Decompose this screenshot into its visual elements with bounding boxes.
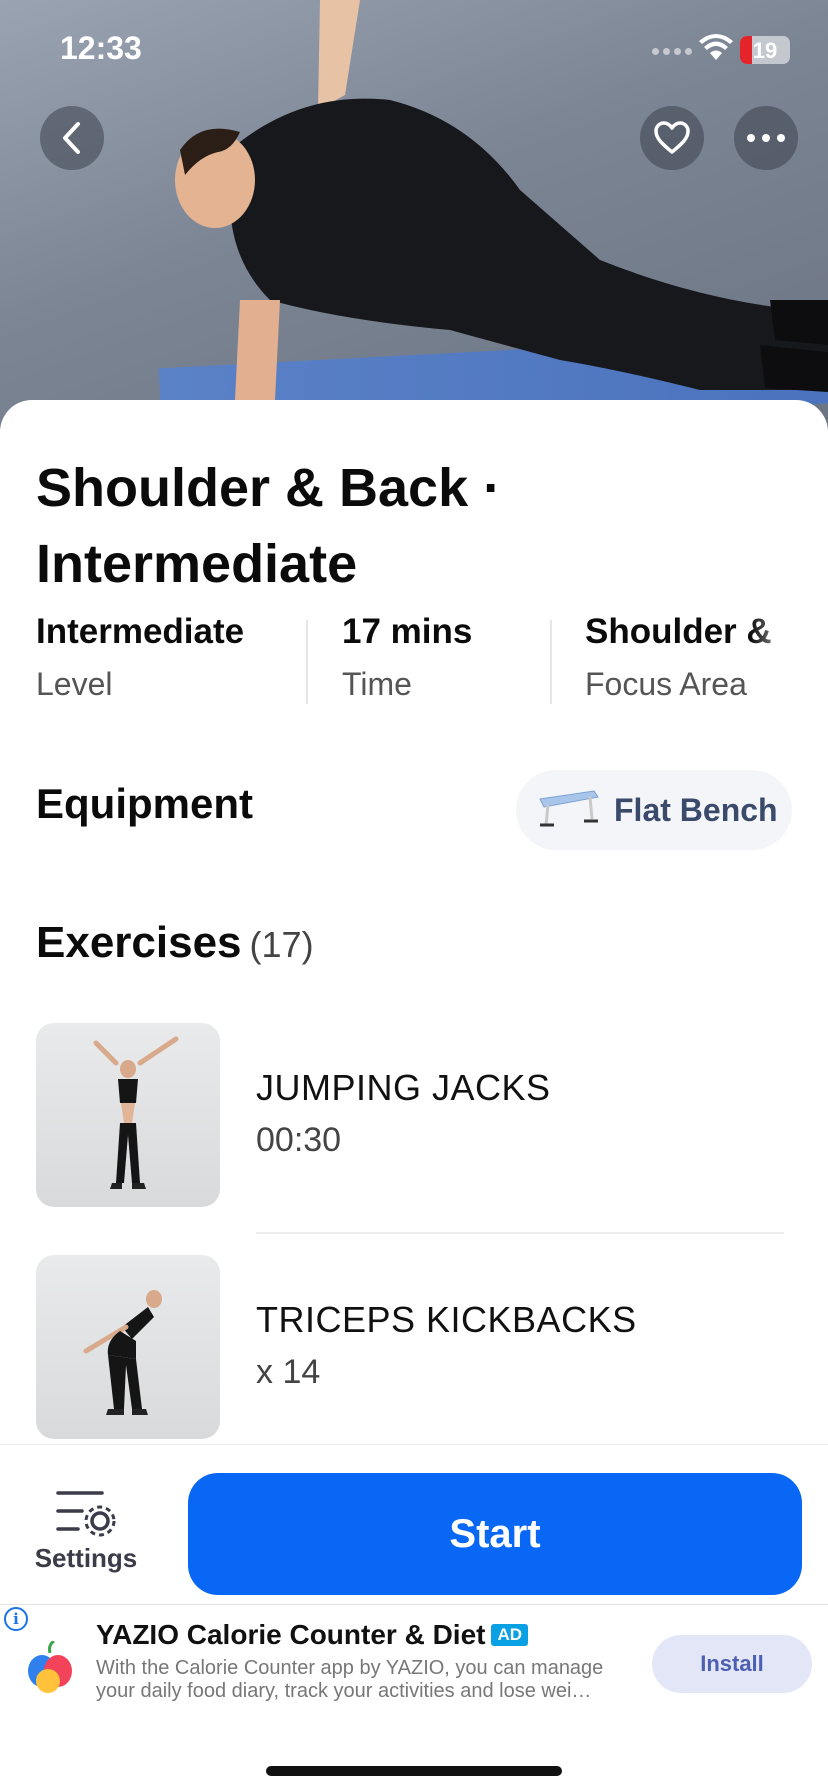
start-button[interactable]: Start	[188, 1473, 802, 1595]
hero-image: 12:33 19	[0, 0, 828, 430]
exercise-reps: x 14	[256, 1353, 321, 1391]
equipment-heading: Equipment	[36, 780, 253, 827]
stat-time-value: 17 mins	[342, 612, 473, 651]
ad-banner[interactable]: i YAZIO Calorie Counter & Diet AD With th…	[0, 1604, 828, 1724]
stat-level-label: Level	[36, 666, 113, 702]
stat-level: Intermediate Level	[36, 612, 244, 703]
status-bar: 12:33 19	[0, 0, 828, 100]
exercise-thumbnail	[36, 1255, 220, 1439]
back-button[interactable]	[40, 106, 104, 170]
battery-icon: 19	[740, 36, 790, 64]
stat-focus-label: Focus Area	[585, 666, 747, 702]
stat-focus-value: Shoulder &	[585, 612, 772, 651]
exercise-name: TRICEPS KICKBACKS	[256, 1299, 637, 1340]
favorite-button[interactable]	[640, 106, 704, 170]
equipment-label: Flat Bench	[614, 791, 778, 828]
ad-description: With the Calorie Counter app by YAZIO, y…	[96, 1657, 604, 1702]
wifi-icon	[699, 34, 733, 60]
exercise-thumbnail	[36, 1023, 220, 1207]
exercises-heading-label: Exercises	[36, 918, 242, 967]
more-button[interactable]	[734, 106, 798, 170]
settings-label: Settings	[34, 1543, 138, 1573]
settings-button[interactable]: Settings	[22, 1485, 150, 1585]
bench-icon	[539, 790, 599, 827]
equipment-chip-flat-bench[interactable]: Flat Bench	[516, 770, 792, 850]
bottom-action-bar: Settings Start	[0, 1444, 828, 1604]
workout-stats: Intermediate Level 17 mins Time Shoulder…	[36, 612, 828, 704]
signal-icon	[652, 48, 692, 55]
ellipsis-icon	[747, 134, 785, 142]
ad-title: YAZIO Calorie Counter & Diet AD	[96, 1619, 529, 1651]
ad-badge: AD	[491, 1624, 529, 1646]
home-indicator[interactable]	[266, 1766, 562, 1776]
exercises-count: (17)	[249, 924, 314, 965]
workout-detail-card: Shoulder & Back · Intermediate Intermedi…	[0, 400, 828, 1450]
ad-title-text: YAZIO Calorie Counter & Diet	[96, 1619, 486, 1650]
workout-detail-screen: 12:33 19 Shoulder & Back · Intermediate …	[0, 0, 828, 1792]
battery-level: 19	[752, 38, 778, 63]
exercise-name: JUMPING JACKS	[256, 1067, 551, 1108]
stat-divider	[306, 620, 308, 704]
stat-level-value: Intermediate	[36, 612, 245, 651]
exercise-figure-illustration	[93, 1036, 179, 1189]
settings-sliders-icon	[56, 1491, 116, 1537]
workout-title: Shoulder & Back · Intermediate	[36, 458, 502, 594]
exercise-duration: 00:30	[256, 1121, 342, 1159]
stat-time-label: Time	[342, 666, 412, 702]
chevron-left-icon	[63, 122, 80, 154]
yazio-app-icon	[28, 1641, 72, 1693]
ad-info-icon[interactable]: i	[4, 1607, 28, 1631]
status-time: 12:33	[60, 30, 142, 66]
ad-install-button[interactable]: Install	[652, 1635, 812, 1693]
stat-time: 17 mins Time	[342, 612, 472, 703]
exercises-heading: Exercises (17)	[36, 918, 314, 968]
exercise-figure-illustration	[83, 1290, 162, 1415]
exercise-item[interactable]: JUMPING JACKS 00:30	[36, 1023, 792, 1209]
exercise-separator	[256, 1232, 784, 1234]
stat-focus-area: Shoulder & Focus Area	[585, 612, 805, 703]
heart-icon	[654, 121, 690, 154]
stat-divider	[550, 620, 552, 704]
exercise-item[interactable]: TRICEPS KICKBACKS x 14	[36, 1255, 792, 1441]
